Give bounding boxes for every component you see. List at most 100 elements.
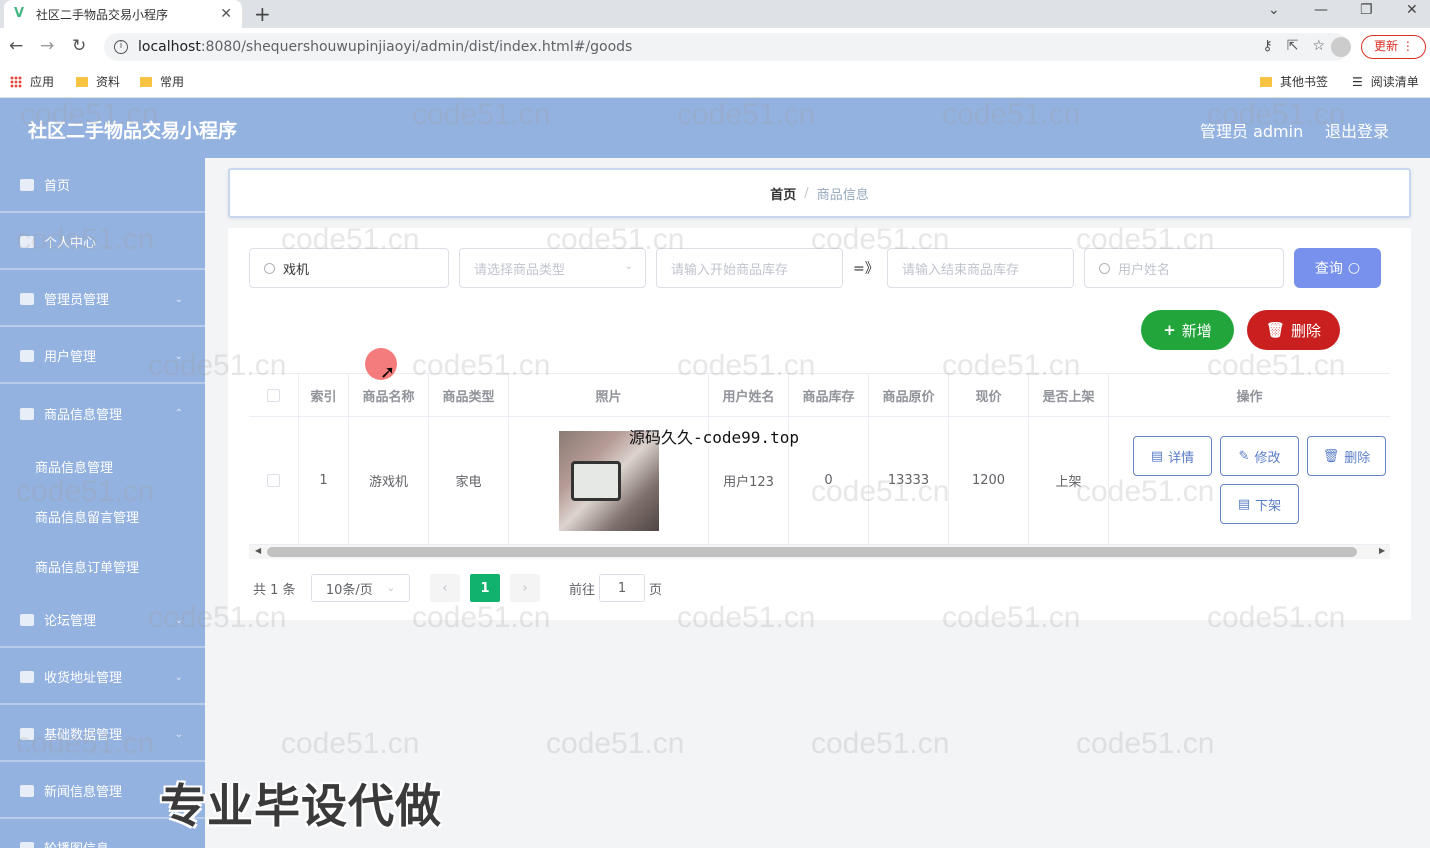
apps-grid-icon (10, 75, 22, 88)
user-name-input[interactable]: 用户姓名 (1084, 248, 1284, 288)
home-icon (20, 178, 34, 191)
chevron-down-icon: ⌄ (174, 615, 183, 626)
scroll-thumb[interactable] (267, 547, 1357, 557)
scroll-left-icon[interactable]: ◀ (255, 546, 261, 555)
back-icon[interactable]: ← (9, 36, 23, 56)
scroll-right-icon[interactable]: ▶ (1379, 546, 1385, 555)
goto-label: 前往 (569, 582, 596, 598)
next-page-icon[interactable]: › (510, 574, 540, 602)
sidebar-item-address[interactable]: 收货地址管理 ⌄ (0, 650, 205, 705)
profile-avatar-icon[interactable] (1331, 37, 1351, 57)
table-cell: 1200 (949, 417, 1029, 545)
column-header: 商品原价 (869, 374, 949, 417)
sidebar-item-goods[interactable]: 商品信息管理 ⌃ (0, 386, 205, 441)
forum-icon (20, 613, 34, 626)
row-checkbox[interactable] (267, 474, 280, 487)
page-unit-label: 页 (649, 582, 663, 598)
bookmark-other[interactable]: 其他书签 (1260, 73, 1328, 90)
trash-icon: 🗑 (1265, 321, 1286, 339)
admin-name: 管理员 admin (1200, 122, 1304, 141)
sidebar-subitem-goods-comments[interactable]: 商品信息留言管理 (35, 507, 139, 526)
reload-icon[interactable]: ↻ (72, 36, 86, 56)
stock-end-input[interactable]: 请输入结束商品库存 (887, 248, 1074, 288)
chevron-down-icon: ⌄ (174, 672, 183, 683)
window-close-icon[interactable]: ✕ (1406, 2, 1418, 18)
column-header: 是否上架 (1029, 374, 1109, 417)
table-cell: 上架 (1029, 417, 1109, 545)
delete-button[interactable]: 🗑 删除 (1247, 310, 1340, 350)
chevron-down-icon: ⌄ (174, 294, 183, 305)
range-separator: =》 (853, 261, 879, 277)
select-all-checkbox[interactable] (267, 388, 280, 402)
goods-type-select[interactable]: 请选择商品类型 ⌄ (459, 248, 646, 288)
search-icon (264, 262, 275, 274)
table-horizontal-scrollbar[interactable]: ◀ ▶ (249, 545, 1390, 559)
row-delete-button[interactable]: 🗑 删除 (1307, 436, 1386, 476)
new-tab-button[interactable]: + (254, 2, 271, 26)
power-icon (20, 784, 34, 797)
page-number-active[interactable]: 1 (470, 574, 500, 602)
user-icon (20, 407, 34, 420)
breadcrumb-separator: / (804, 185, 809, 201)
tab-search-icon[interactable]: ⌄ (1268, 2, 1280, 18)
sidebar-item-profile[interactable]: 个人中心 (0, 215, 205, 270)
breadcrumb-home[interactable]: 首页 (770, 184, 796, 203)
minimize-icon[interactable]: — (1314, 2, 1328, 18)
unshelve-button[interactable]: ▤ 下架 (1220, 484, 1299, 524)
pagination-total: 共 1 条 (253, 582, 296, 598)
search-icon (1099, 262, 1110, 274)
sidebar-item-admin[interactable]: 管理员管理 ⌄ (0, 272, 205, 327)
update-button[interactable]: 更新 ⋮ (1361, 35, 1426, 59)
column-header: 索引 (299, 374, 349, 417)
goods-name-input[interactable]: 戏机 (249, 248, 449, 288)
table-cell: 13333 (869, 417, 949, 545)
bookmark-apps[interactable]: 应用 (10, 73, 54, 90)
column-header: 现价 (949, 374, 1029, 417)
app-title: 社区二手物品交易小程序 (28, 120, 238, 142)
document-icon: ▤ (1150, 448, 1164, 464)
detail-button[interactable]: ▤ 详情 (1133, 436, 1212, 476)
add-button[interactable]: + 新增 (1141, 310, 1234, 350)
flag-icon (20, 727, 34, 740)
breadcrumb-current: 商品信息 (816, 187, 869, 203)
reading-list[interactable]: ☰ 阅读清单 (1352, 73, 1419, 90)
query-button[interactable]: 查询 ○ (1294, 248, 1381, 288)
folder-icon (1260, 76, 1272, 87)
forward-icon[interactable]: → (40, 36, 54, 56)
omnibox-action-icons[interactable]: ⚷⇱☆ (1262, 38, 1339, 54)
page-size-select[interactable]: 10条/页 ⌄ (311, 574, 410, 602)
url-text: localhost:8080/shequershouwupinjiaoyi/ad… (138, 39, 633, 55)
column-header: 商品库存 (789, 374, 869, 417)
stock-start-input[interactable]: 请输入开始商品库存 (656, 248, 843, 288)
image-icon (20, 841, 34, 848)
sidebar-item-home[interactable]: 首页 (0, 158, 205, 213)
bookmark-folder[interactable]: 常用 (140, 73, 184, 90)
browser-tab[interactable]: V 社区二手物品交易小程序 ✕ (4, 0, 242, 28)
browser-tabbar: V 社区二手物品交易小程序 ✕ + ⌄ — ❐ ✕ (0, 0, 1430, 28)
bookmarks-bar: 应用 资料 常用 其他书签 ☰ 阅读清单 (0, 66, 1430, 98)
sidebar-item-base-data[interactable]: 基础数据管理 ⌄ (0, 707, 205, 762)
restore-icon[interactable]: ❐ (1360, 2, 1373, 18)
goods-table: 索引 商品名称 商品类型 照片 用户姓名 商品库存 商品原价 现价 是否上架 操… (249, 373, 1390, 545)
trash-icon: 🗑 (1322, 448, 1340, 464)
chevron-down-icon: ⌄ (174, 351, 183, 362)
game-console-image (570, 460, 621, 501)
chevron-down-icon: ⌄ (624, 261, 633, 272)
logout-link[interactable]: 退出登录 (1325, 118, 1389, 142)
sidebar-subitem-goods-orders[interactable]: 商品信息订单管理 (35, 557, 139, 576)
admin-icon (20, 292, 34, 305)
select-all-header (249, 374, 299, 417)
info-icon[interactable]: i (114, 40, 128, 54)
prev-page-icon[interactable]: ‹ (430, 574, 460, 602)
sidebar-subitem-goods[interactable]: 商品信息管理 (35, 457, 113, 476)
app-header: 社区二手物品交易小程序 管理员 admin 退出登录 (0, 98, 1430, 158)
bookmark-folder[interactable]: 资料 (76, 73, 120, 90)
edit-button[interactable]: ✎ 修改 (1220, 436, 1299, 476)
breadcrumb: 首页 / 商品信息 (228, 168, 1411, 218)
sidebar-item-forum[interactable]: 论坛管理 ⌄ (0, 593, 205, 648)
close-tab-icon[interactable]: ✕ (220, 6, 232, 22)
goto-page-input[interactable]: 1 (599, 574, 645, 602)
grid-icon (20, 670, 34, 683)
sidebar-item-users[interactable]: 用户管理 ⌄ (0, 329, 205, 384)
omnibox[interactable]: i localhost:8080/shequershouwupinjiaoyi/… (104, 33, 1349, 61)
